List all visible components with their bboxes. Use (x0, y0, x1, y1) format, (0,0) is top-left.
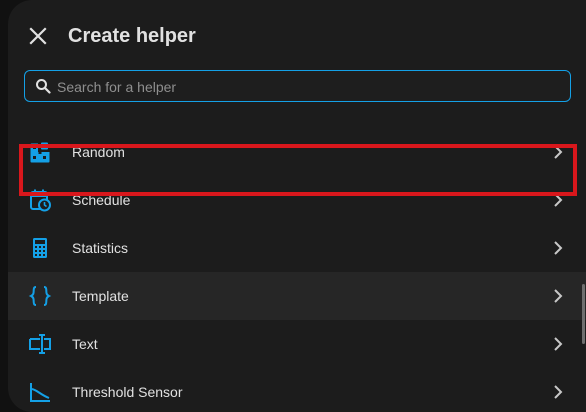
chevron-right-icon (554, 241, 563, 255)
dice-icon (30, 142, 50, 163)
item-label: Text (72, 336, 98, 352)
search-field[interactable] (24, 70, 571, 102)
item-label: Statistics (72, 240, 129, 256)
text-field-icon (29, 334, 51, 354)
close-button[interactable] (26, 24, 50, 48)
item-label: Schedule (72, 192, 131, 208)
create-helper-dialog: Create helper Random (8, 0, 586, 412)
chevron-right-icon (554, 145, 563, 159)
scrollbar-thumb[interactable] (582, 284, 585, 344)
code-braces-icon (28, 286, 52, 306)
calendar-clock-icon (30, 189, 51, 212)
close-icon (29, 27, 47, 45)
item-label: Threshold Sensor (72, 384, 183, 400)
search-icon (36, 79, 51, 94)
chevron-right-icon (554, 337, 563, 351)
chevron-right-icon (554, 385, 563, 399)
calculator-icon (33, 238, 47, 258)
chevron-right-icon (554, 289, 563, 303)
helper-list: Random Schedule Statistics Template Text… (8, 128, 586, 412)
list-item-random[interactable]: Random (8, 128, 586, 176)
item-label: Template (72, 288, 129, 304)
chevron-right-icon (554, 193, 563, 207)
dialog-title: Create helper (68, 25, 196, 47)
list-item-threshold-sensor[interactable]: Threshold Sensor (8, 368, 586, 412)
threshold-chart-icon (30, 383, 50, 402)
list-item-schedule[interactable]: Schedule (8, 176, 586, 224)
list-item-statistics[interactable]: Statistics (8, 224, 586, 272)
dialog-header: Create helper (8, 0, 586, 70)
list-item-text[interactable]: Text (8, 320, 586, 368)
list-item-template[interactable]: Template (8, 272, 586, 320)
item-label: Random (72, 144, 125, 160)
search-input[interactable] (55, 75, 559, 99)
